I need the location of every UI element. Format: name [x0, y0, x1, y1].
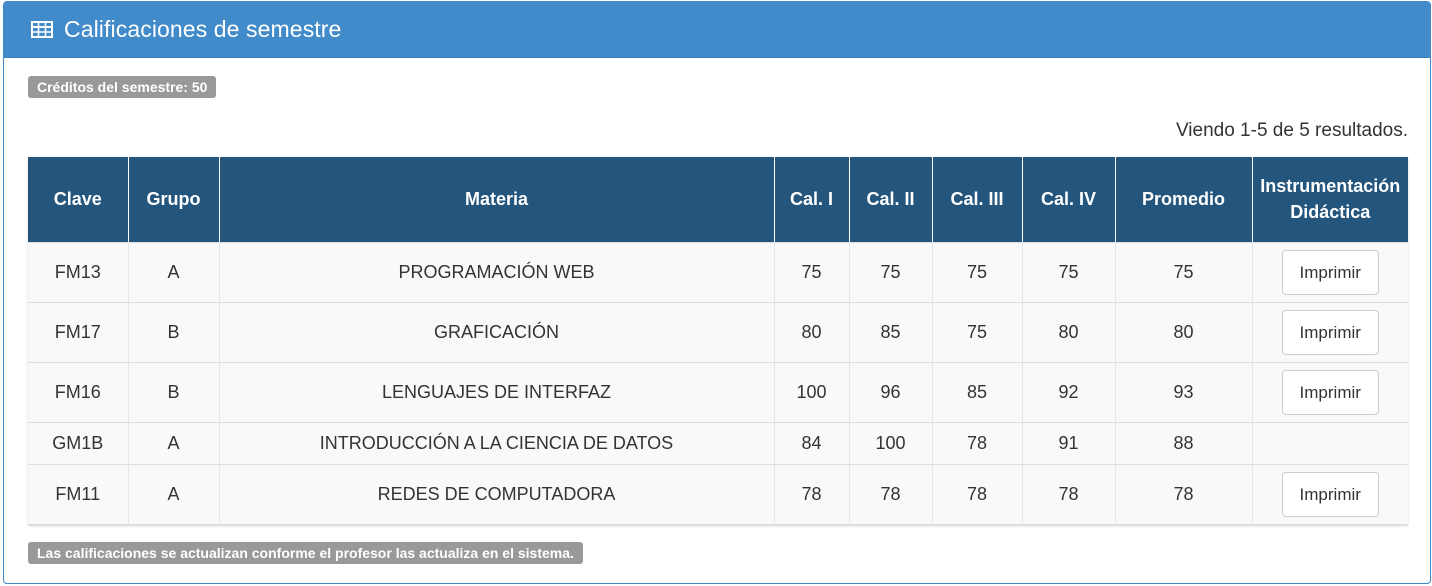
cell-materia: LENGUAJES DE INTERFAZ: [219, 361, 775, 422]
cell-cal3: 78: [932, 463, 1023, 525]
cell-cal4: 78: [1022, 463, 1116, 525]
cell-cal1: 75: [774, 241, 850, 302]
header-materia: Materia: [219, 157, 775, 242]
cell-clave: FM11: [28, 463, 129, 525]
cell-cal4: 80: [1022, 301, 1116, 362]
print-button[interactable]: Imprimir: [1281, 471, 1379, 517]
cell-materia: INTRODUCCIÓN A LA CIENCIA DE DATOS: [219, 421, 775, 464]
cell-cal4: 92: [1022, 361, 1116, 422]
table-row: FM16 B LENGUAJES DE INTERFAZ 100 96 85 9…: [28, 361, 1408, 422]
cell-promedio: 80: [1115, 301, 1253, 362]
panel-title: Calificaciones de semestre: [64, 16, 342, 42]
cell-clave: GM1B: [28, 421, 129, 464]
update-note-badge: Las calificaciones se actualizan conform…: [28, 542, 583, 564]
cell-action: Imprimir: [1252, 301, 1408, 362]
cell-cal2: 78: [849, 463, 933, 525]
panel-body: Créditos del semestre: 50 Viendo 1-5 de …: [4, 58, 1430, 583]
header-instrumentacion-line2: Didáctica: [1290, 202, 1371, 223]
print-button[interactable]: Imprimir: [1281, 309, 1379, 355]
table-row: FM13 A PROGRAMACIÓN WEB 75 75 75 75 75 I…: [28, 241, 1408, 302]
cell-cal3: 78: [932, 421, 1023, 464]
table-row: FM17 B GRAFICACIÓN 80 85 75 80 80 Imprim…: [28, 301, 1408, 362]
header-instrumentacion: Instrumentación Didáctica: [1252, 157, 1408, 242]
header-clave: Clave: [28, 157, 129, 242]
cell-promedio: 75: [1115, 241, 1253, 302]
cell-clave: FM16: [28, 361, 129, 422]
cell-grupo: A: [128, 463, 220, 525]
header-instrumentacion-line1: Instrumentación: [1260, 176, 1401, 197]
cell-cal2: 75: [849, 241, 933, 302]
cell-cal1: 84: [774, 421, 850, 464]
cell-action-empty: [1252, 421, 1408, 464]
cell-action: Imprimir: [1252, 463, 1408, 525]
header-cal1: Cal. I: [774, 157, 850, 242]
cell-materia: REDES DE COMPUTADORA: [219, 463, 775, 525]
cell-cal4: 75: [1022, 241, 1116, 302]
cell-materia: GRAFICACIÓN: [219, 301, 775, 362]
cell-cal3: 75: [932, 241, 1023, 302]
grades-table: Clave Grupo Materia Cal. I Cal. II Cal. …: [28, 157, 1408, 525]
cell-cal1: 80: [774, 301, 850, 362]
cell-grupo: B: [128, 301, 220, 362]
cell-clave: FM13: [28, 241, 129, 302]
cell-promedio: 93: [1115, 361, 1253, 422]
cell-cal1: 100: [774, 361, 850, 422]
header-cal3: Cal. III: [932, 157, 1023, 242]
cell-grupo: A: [128, 241, 220, 302]
cell-cal3: 75: [932, 301, 1023, 362]
cell-action: Imprimir: [1252, 361, 1408, 422]
table-icon: [31, 21, 53, 38]
print-button[interactable]: Imprimir: [1281, 369, 1379, 415]
header-cal2: Cal. II: [849, 157, 933, 242]
cell-cal3: 85: [932, 361, 1023, 422]
cell-clave: FM17: [28, 301, 129, 362]
cell-cal2: 85: [849, 301, 933, 362]
cell-action: Imprimir: [1252, 241, 1408, 302]
header-promedio: Promedio: [1115, 157, 1253, 242]
cell-cal1: 78: [774, 463, 850, 525]
cell-promedio: 88: [1115, 421, 1253, 464]
results-summary: Viendo 1-5 de 5 resultados.: [1175, 120, 1408, 141]
header-cal4: Cal. IV: [1022, 157, 1116, 242]
cell-cal2: 96: [849, 361, 933, 422]
cell-cal4: 91: [1022, 421, 1116, 464]
grades-panel: Calificaciones de semestre Créditos del …: [3, 1, 1431, 584]
print-button[interactable]: Imprimir: [1281, 249, 1379, 295]
table-header-row: Clave Grupo Materia Cal. I Cal. II Cal. …: [28, 157, 1408, 242]
cell-grupo: A: [128, 421, 220, 464]
cell-promedio: 78: [1115, 463, 1253, 525]
cell-grupo: B: [128, 361, 220, 422]
panel-heading: Calificaciones de semestre: [4, 2, 1430, 58]
header-grupo: Grupo: [128, 157, 220, 242]
cell-materia: PROGRAMACIÓN WEB: [219, 241, 775, 302]
cell-cal2: 100: [849, 421, 933, 464]
table-row: FM11 A REDES DE COMPUTADORA 78 78 78 78 …: [28, 463, 1408, 525]
credits-badge: Créditos del semestre: 50: [28, 76, 217, 98]
table-row: GM1B A INTRODUCCIÓN A LA CIENCIA DE DATO…: [28, 421, 1408, 464]
